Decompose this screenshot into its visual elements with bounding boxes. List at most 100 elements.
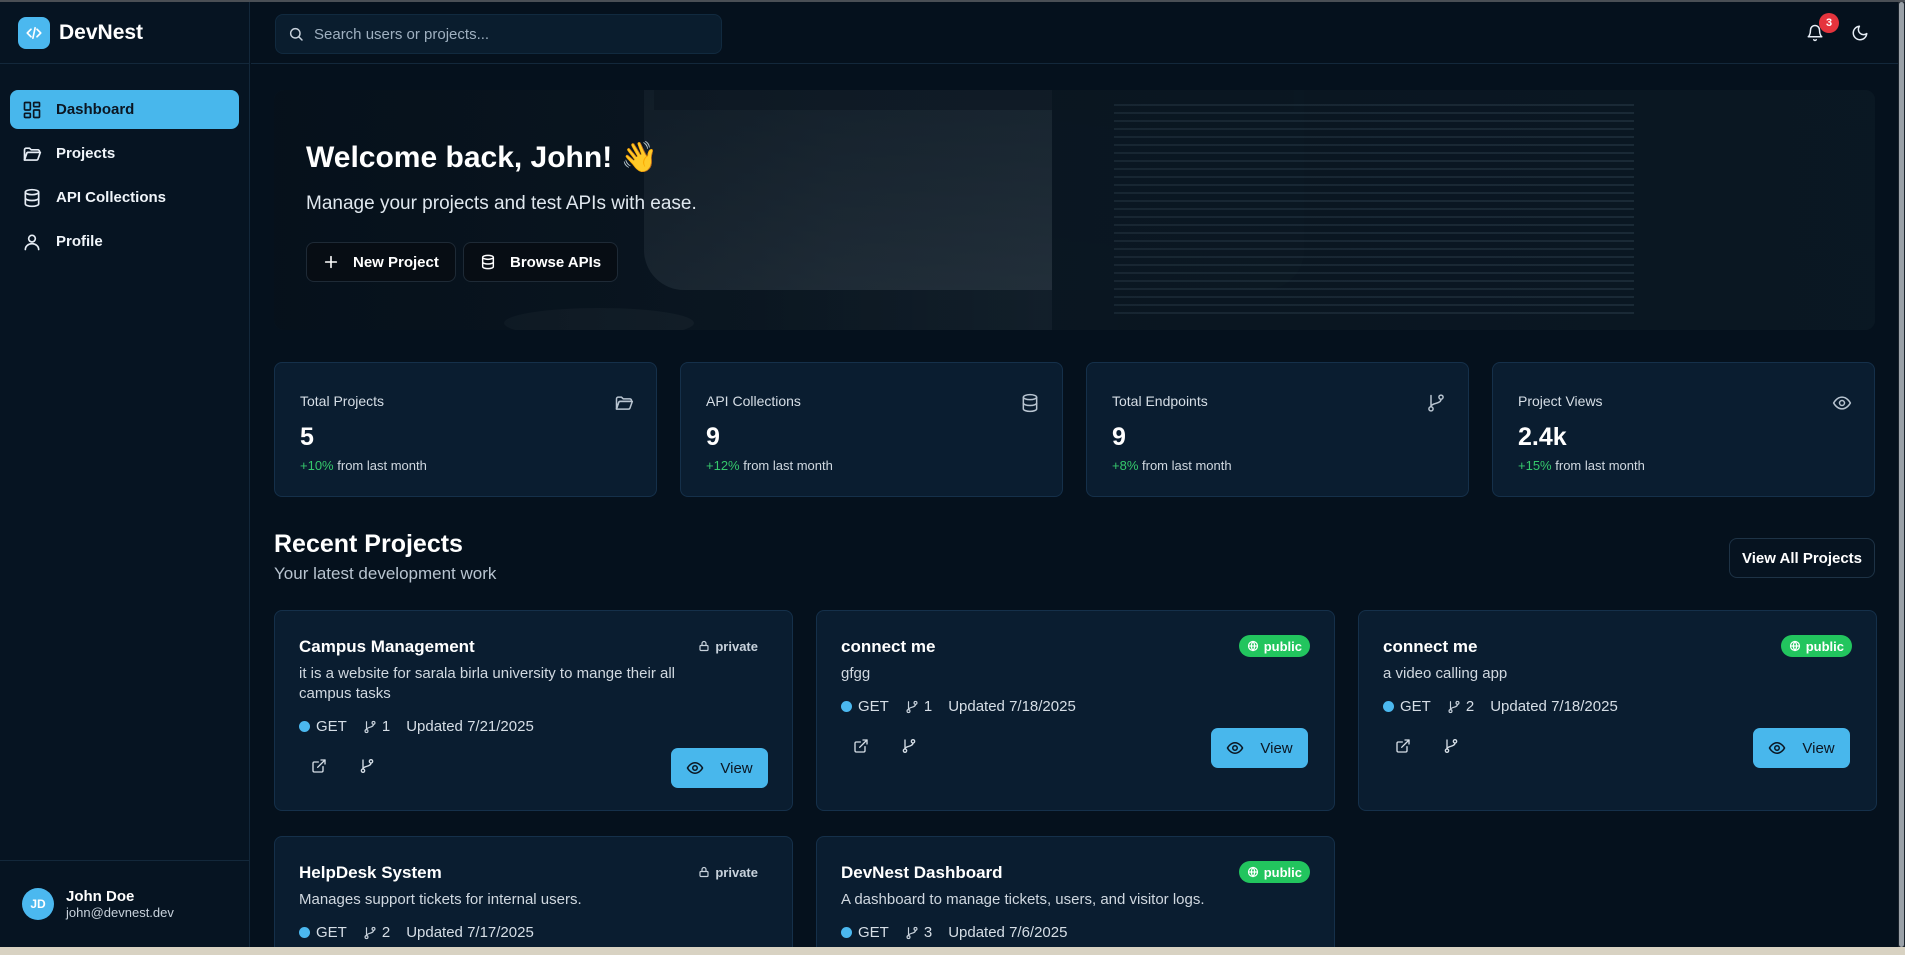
folder-icon <box>22 144 42 164</box>
stat-label: Total Endpoints <box>1112 393 1208 409</box>
visibility-badge: private <box>690 635 766 657</box>
browse-apis-button[interactable]: Browse APIs <box>463 242 619 282</box>
project-name: Campus Management <box>299 637 475 656</box>
project-description: Manages support tickets for internal use… <box>299 891 582 908</box>
sidebar-item-projects[interactable]: Projects <box>10 134 239 173</box>
project-description: A dashboard to manage tickets, users, an… <box>841 891 1205 908</box>
git-branch-icon <box>1447 700 1461 714</box>
visibility-badge: public <box>1238 861 1310 883</box>
method-dot <box>841 927 852 938</box>
sidebar: DevNest Dashboard Projects API Collectio… <box>0 2 250 947</box>
folder-icon <box>614 393 636 415</box>
globe-icon <box>1789 640 1801 652</box>
visibility-badge: private <box>690 861 766 883</box>
project-meta: GET 1 Updated 7/18/2025 <box>841 698 1076 715</box>
project-description: gfgg <box>841 665 871 682</box>
stat-change: +8% from last month <box>1112 458 1232 473</box>
external-link-icon[interactable] <box>1395 738 1415 758</box>
external-link-icon[interactable] <box>311 758 331 778</box>
sidebar-item-api-collections[interactable]: API Collections <box>10 178 239 217</box>
stat-value: 2.4k <box>1518 423 1567 451</box>
search-box <box>275 14 722 54</box>
section-title: Recent Projects <box>274 530 463 558</box>
dashboard-icon <box>22 100 42 120</box>
view-project-button[interactable]: View <box>1211 728 1308 768</box>
stat-card-total-endpoints: Total Endpoints 9 +8% from last month <box>1086 362 1469 497</box>
scrollbar[interactable] <box>1898 2 1905 947</box>
eye-icon <box>1768 739 1786 757</box>
eye-icon <box>1226 739 1244 757</box>
database-icon <box>22 188 42 208</box>
git-branch-icon <box>363 926 377 940</box>
project-name: connect me <box>841 637 936 656</box>
avatar: JD <box>22 888 54 920</box>
stat-value: 9 <box>706 423 720 451</box>
new-project-button[interactable]: New Project <box>306 242 456 282</box>
project-description: a video calling app <box>1383 665 1508 682</box>
stat-change: +15% from last month <box>1518 458 1645 473</box>
sidebar-item-profile[interactable]: Profile <box>10 222 239 261</box>
project-meta: GET 2 Updated 7/18/2025 <box>1383 698 1618 715</box>
brand-name: DevNest <box>59 20 144 44</box>
user-icon <box>22 232 42 252</box>
user-profile-card[interactable]: JD John Doe john@devnest.dev <box>0 860 250 947</box>
stat-change: +10% from last month <box>300 458 427 473</box>
search-input[interactable] <box>314 25 694 43</box>
globe-icon <box>1247 640 1259 652</box>
git-branch-icon[interactable] <box>359 758 379 778</box>
stat-label: Total Projects <box>300 393 385 409</box>
view-project-button[interactable]: View <box>1753 728 1850 768</box>
eye-icon <box>686 759 704 777</box>
git-branch-icon[interactable] <box>901 738 921 758</box>
topbar: 3 <box>251 2 1898 64</box>
sidebar-item-label: Dashboard <box>56 101 135 118</box>
git-branch-icon <box>905 700 919 714</box>
sidebar-nav: Dashboard Projects API Collections Profi… <box>0 64 249 261</box>
git-branch-icon <box>1426 393 1448 415</box>
sidebar-item-label: Projects <box>56 145 116 162</box>
project-card[interactable]: HelpDesk System private Manages support … <box>274 836 793 947</box>
project-meta: GET 2 Updated 7/17/2025 <box>299 924 534 941</box>
project-name: DevNest Dashboard <box>841 863 1003 882</box>
moon-icon[interactable] <box>1851 24 1873 46</box>
window-bottom-edge <box>0 947 1905 955</box>
git-branch-icon <box>905 926 919 940</box>
project-meta: GET 1 Updated 7/21/2025 <box>299 718 534 735</box>
hero-subtitle: Manage your projects and test APIs with … <box>306 193 697 214</box>
project-name: HelpDesk System <box>299 863 442 882</box>
user-email: john@devnest.dev <box>66 905 174 920</box>
hero-title: Welcome back, John! 👋 <box>306 141 658 174</box>
method-dot <box>841 701 852 712</box>
lock-icon <box>698 640 710 652</box>
project-description: it is a website for sarala birla univers… <box>299 665 675 702</box>
plus-icon <box>323 254 339 270</box>
search-icon <box>288 26 304 42</box>
brand[interactable]: DevNest <box>0 2 249 64</box>
scrollbar-thumb[interactable] <box>1899 2 1904 947</box>
sidebar-item-label: API Collections <box>56 189 167 206</box>
view-project-button[interactable]: View <box>671 748 768 788</box>
git-branch-icon[interactable] <box>1443 738 1463 758</box>
visibility-badge: public <box>1238 635 1310 657</box>
user-name: John Doe <box>66 888 135 905</box>
database-icon <box>1020 393 1042 415</box>
stat-value: 9 <box>1112 423 1126 451</box>
stat-label: Project Views <box>1518 393 1603 409</box>
notification-badge: 3 <box>1819 13 1839 33</box>
view-all-projects-button[interactable]: View All Projects <box>1729 538 1875 578</box>
project-card[interactable]: connect me public a video calling app GE… <box>1358 610 1877 811</box>
sidebar-item-dashboard[interactable]: Dashboard <box>10 90 239 129</box>
stat-label: API Collections <box>706 393 801 409</box>
stat-card-project-views: Project Views 2.4k +15% from last month <box>1492 362 1875 497</box>
database-icon <box>480 254 496 270</box>
method-dot <box>1383 701 1394 712</box>
project-card[interactable]: connect me public gfgg GET 1 Updated 7/1… <box>816 610 1335 811</box>
stat-card-total-projects: Total Projects 5 +10% from last month <box>274 362 657 497</box>
visibility-badge: public <box>1780 635 1852 657</box>
project-card[interactable]: Campus Management private it is a websit… <box>274 610 793 811</box>
external-link-icon[interactable] <box>853 738 873 758</box>
lock-icon <box>698 866 710 878</box>
section-subtitle: Your latest development work <box>274 564 497 583</box>
code-logo-icon <box>18 16 50 49</box>
project-card[interactable]: DevNest Dashboard public A dashboard to … <box>816 836 1335 947</box>
